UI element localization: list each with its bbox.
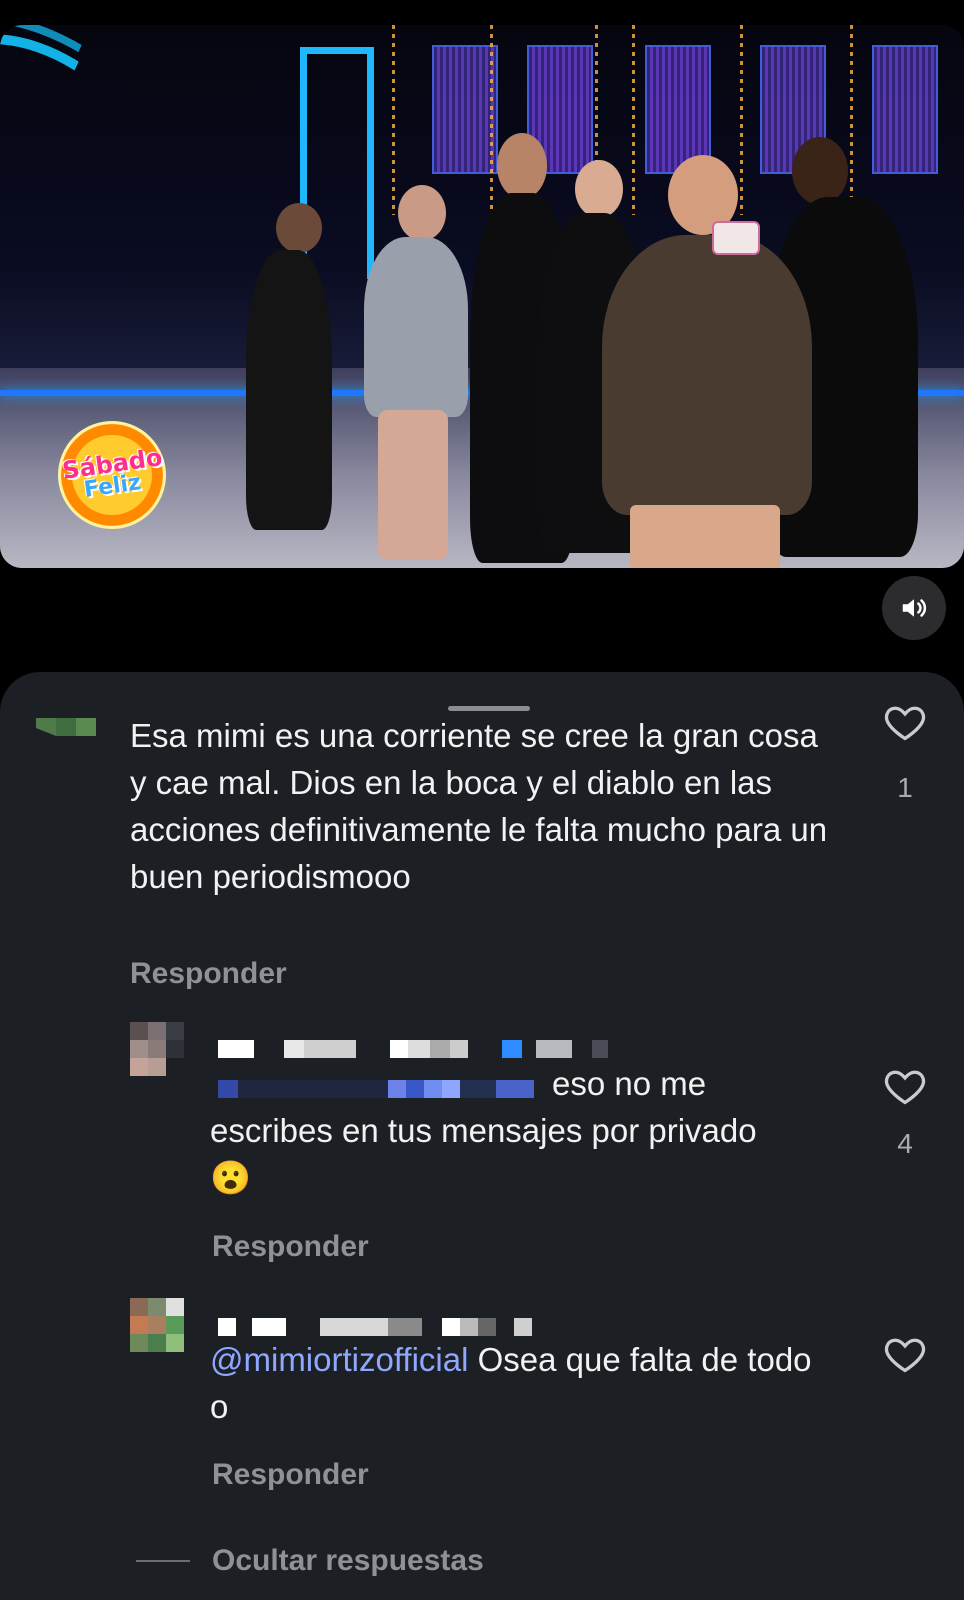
like-count: 1 bbox=[897, 772, 913, 803]
stage-light bbox=[740, 25, 743, 215]
heart-icon[interactable] bbox=[882, 1064, 928, 1108]
dancer-legs bbox=[378, 410, 448, 560]
like-count: 4 bbox=[897, 1128, 913, 1159]
host-legs bbox=[630, 505, 780, 568]
stage-light bbox=[392, 25, 395, 215]
comments-sheet: Esa mimi es una corriente se cree la gra… bbox=[0, 672, 964, 1600]
dancer-head bbox=[398, 185, 446, 241]
avatar[interactable] bbox=[130, 1022, 184, 1076]
show-logo: Sábado Feliz bbox=[58, 421, 166, 529]
reply-button[interactable]: Responder bbox=[130, 957, 287, 991]
avatar[interactable] bbox=[36, 718, 96, 736]
show-logo-text-2: Feliz bbox=[81, 470, 142, 503]
dancer-head bbox=[792, 137, 848, 205]
volume-on-icon bbox=[902, 599, 927, 617]
video-player[interactable]: Sábado Feliz bbox=[0, 25, 964, 568]
divider bbox=[136, 1560, 190, 1562]
stage-light bbox=[632, 25, 635, 215]
mention-redacted[interactable] bbox=[218, 1078, 534, 1100]
mention-link[interactable]: @mimiortizofficial bbox=[210, 1341, 468, 1378]
dancer bbox=[246, 250, 332, 530]
sound-toggle-button[interactable] bbox=[882, 576, 946, 640]
comment-text-first-line: eso no me bbox=[552, 1065, 707, 1102]
dancer bbox=[364, 237, 468, 417]
username-redacted[interactable] bbox=[218, 1316, 532, 1338]
dancer-head bbox=[575, 160, 623, 218]
stage-light bbox=[490, 25, 493, 215]
comment-text: @mimiortizofficial Osea que falta de tod… bbox=[210, 1336, 830, 1430]
comment-text: Esa mimi es una corriente se cree la gra… bbox=[130, 717, 828, 895]
reply-button[interactable]: Responder bbox=[212, 1458, 369, 1492]
hide-replies-button[interactable]: Ocultar respuestas bbox=[136, 1544, 484, 1578]
avatar[interactable] bbox=[130, 1298, 184, 1352]
stage-light bbox=[850, 25, 853, 215]
reply-button[interactable]: Responder bbox=[212, 1230, 369, 1264]
microphone-flag bbox=[712, 221, 760, 255]
reply-comment: eso no me escribes en tus mensajes por p… bbox=[0, 1012, 964, 1272]
reply-comment: @mimiortizofficial Osea que falta de tod… bbox=[0, 1290, 964, 1530]
host bbox=[602, 235, 812, 515]
comment: Esa mimi es una corriente se cree la gra… bbox=[0, 672, 964, 1002]
comment-text: escribes en tus mensajes por privado 😮 bbox=[210, 1112, 757, 1196]
avatar-image bbox=[36, 718, 96, 736]
heart-icon[interactable] bbox=[882, 700, 928, 744]
stage-panel bbox=[872, 45, 938, 174]
dancer-head bbox=[276, 203, 322, 253]
stage-panel bbox=[432, 45, 498, 174]
username-redacted[interactable] bbox=[218, 1038, 608, 1060]
heart-icon[interactable] bbox=[882, 1332, 928, 1376]
dancer-head bbox=[497, 133, 547, 199]
hide-replies-label: Ocultar respuestas bbox=[212, 1544, 484, 1577]
